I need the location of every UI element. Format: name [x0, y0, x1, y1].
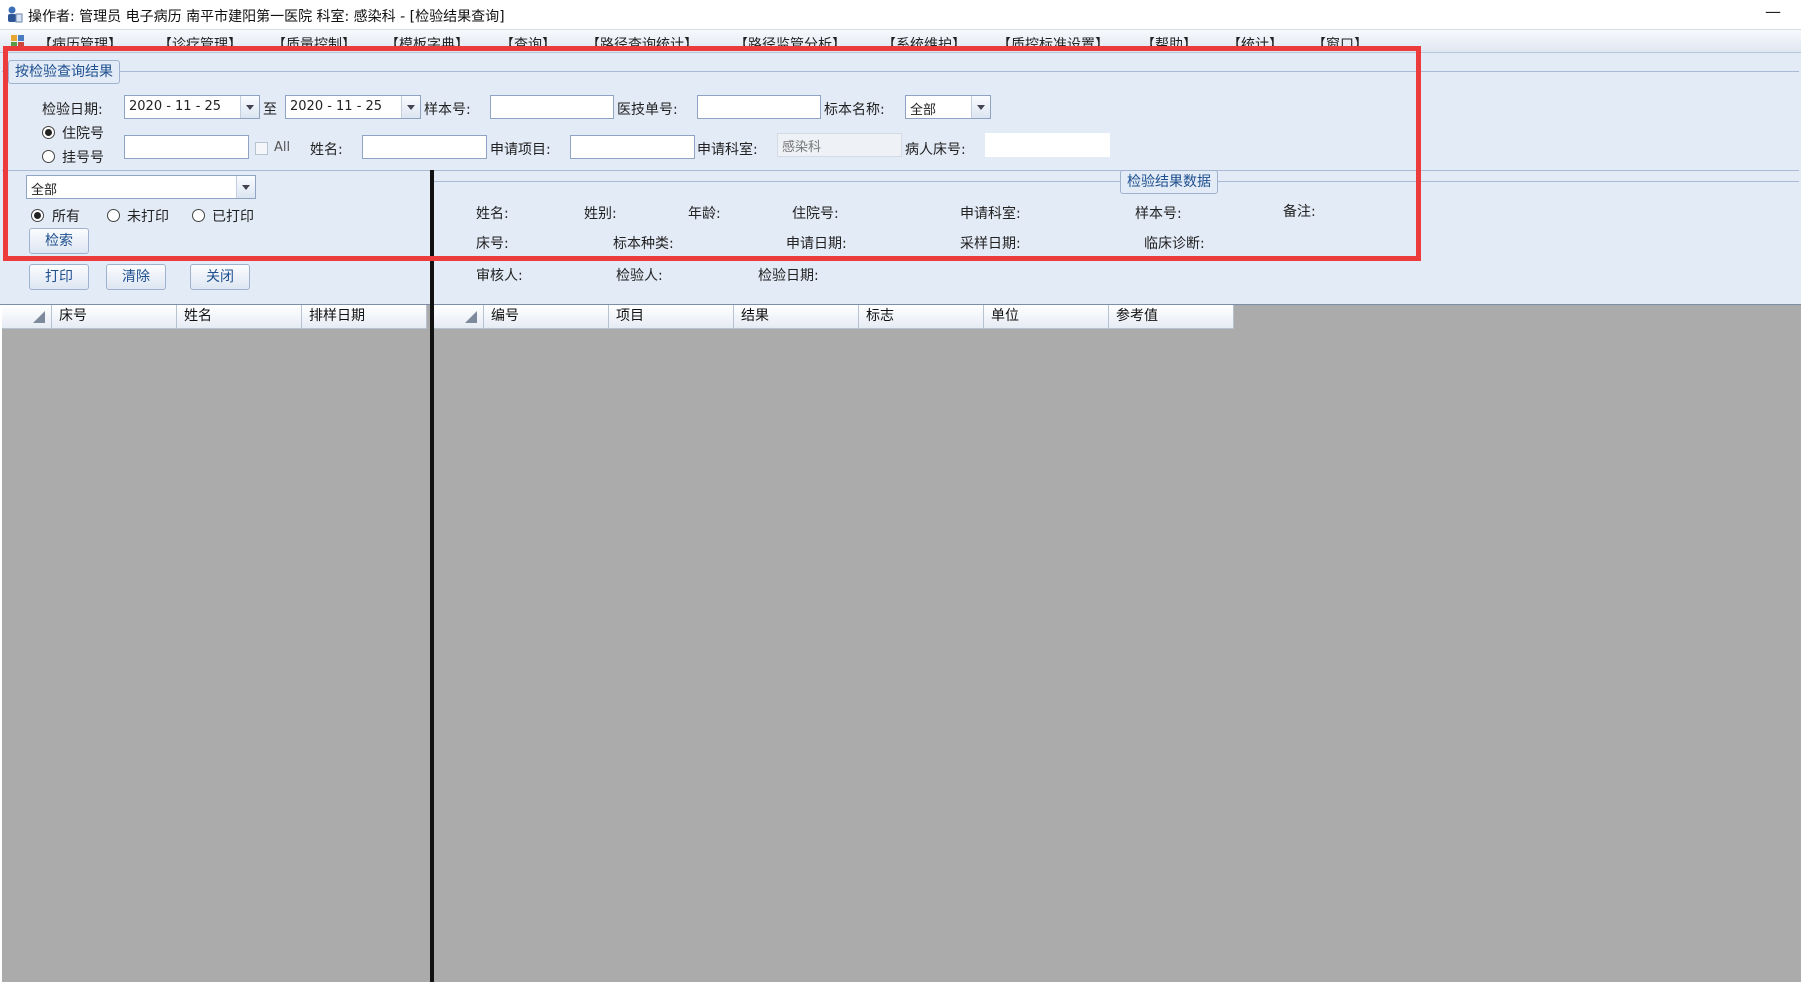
request-dept-label: 申请科室:: [697, 142, 758, 158]
lab-order-input[interactable]: [697, 95, 821, 119]
lab-order-label: 医技单号:: [617, 102, 678, 118]
print-all-label: 所有: [52, 209, 80, 225]
result-sampling-date-label: 采样日期:: [960, 236, 1021, 252]
result-name-label: 姓名:: [476, 206, 509, 222]
name-label: 姓名:: [310, 142, 343, 158]
patient-no-input[interactable]: [124, 135, 249, 159]
result-age-label: 年龄:: [688, 206, 721, 222]
menu-record-management[interactable]: 【病历管理】: [38, 34, 122, 52]
date-to-value: 2020 - 11 - 25: [290, 99, 383, 114]
to-label: 至: [263, 102, 277, 118]
window-menu-icon[interactable]: [10, 32, 26, 48]
result-grid-header: 编号 项目 结果 标志 单位 参考值: [434, 305, 1234, 329]
result-examiner-label: 检验人:: [616, 268, 663, 284]
sample-no-label: 样本号:: [424, 102, 471, 118]
close-button[interactable]: 关闭: [190, 264, 250, 290]
request-item-label: 申请项目:: [490, 142, 551, 158]
menu-qc-standard-settings[interactable]: 【质控标准设置】: [997, 34, 1109, 52]
result-sample-label: 样本号:: [1135, 206, 1182, 222]
all-checkbox[interactable]: [255, 142, 268, 155]
result-sex-label: 姓别:: [584, 206, 617, 222]
lower-separator: [2, 170, 1799, 171]
result-exam-date-label: 检验日期:: [758, 268, 819, 284]
result-group-title: 检验结果数据: [1120, 170, 1218, 194]
unprinted-label: 未打印: [127, 209, 169, 225]
print-all-radio[interactable]: [31, 209, 44, 222]
registration-radio-label: 挂号号: [62, 150, 104, 166]
exam-date-label: 检验日期:: [42, 102, 103, 118]
menu-template-dictionary[interactable]: 【模板字典】: [385, 34, 469, 52]
request-item-input[interactable]: [570, 135, 695, 159]
inpatient-radio-label: 住院号: [62, 126, 104, 142]
specimen-name-select[interactable]: 全部: [905, 95, 991, 119]
column-header-reference[interactable]: 参考值: [1109, 305, 1234, 329]
unprinted-radio[interactable]: [107, 209, 120, 222]
result-reviewer-label: 审核人:: [476, 268, 523, 284]
column-header-sort-date[interactable]: 排样日期: [302, 305, 427, 329]
category-value: 全部: [31, 183, 58, 198]
result-remark-label: 备注:: [1283, 204, 1316, 220]
sample-no-input[interactable]: [490, 95, 614, 119]
menu-treatment-management[interactable]: 【诊疗管理】: [158, 34, 242, 52]
menu-help[interactable]: 【帮助】: [1141, 34, 1197, 52]
column-header-result[interactable]: 结果: [734, 305, 859, 329]
specimen-name-label: 标本名称:: [824, 102, 885, 118]
specimen-name-value: 全部: [910, 103, 937, 118]
registration-radio[interactable]: [42, 150, 55, 163]
result-grid[interactable]: 编号 项目 结果 标志 单位 参考值: [434, 305, 1801, 982]
bed-no-label: 病人床号:: [905, 142, 966, 158]
result-inpatient-label: 住院号:: [792, 206, 839, 222]
menu-path-supervision[interactable]: 【路径监管分析】: [734, 34, 846, 52]
app-icon: [8, 6, 23, 23]
query-group-title: 按检验查询结果: [8, 60, 120, 84]
name-input[interactable]: [362, 135, 487, 159]
title-bar: 操作者: 管理员 电子病历 南平市建阳第一医院 科室: 感染科 - [检验结果查…: [0, 0, 1801, 30]
menu-system-maintenance[interactable]: 【系统维护】: [882, 34, 966, 52]
category-select[interactable]: 全部: [26, 175, 256, 199]
menu-window[interactable]: 【窗口】: [1312, 34, 1368, 52]
bed-no-input[interactable]: [985, 133, 1110, 157]
chevron-down-icon[interactable]: [971, 96, 990, 118]
printed-radio[interactable]: [192, 209, 205, 222]
column-header-bed[interactable]: 床号: [52, 305, 177, 329]
query-panel: 按检验查询结果 检验日期: 2020 - 11 - 25 至 2020 - 11…: [0, 53, 1801, 305]
select-all-corner[interactable]: [434, 305, 484, 329]
result-bed-label: 床号:: [476, 236, 509, 252]
result-group-line: [434, 181, 1799, 182]
menu-path-query-stats[interactable]: 【路径查询统计】: [586, 34, 698, 52]
chevron-down-icon[interactable]: [240, 96, 259, 118]
chevron-down-icon[interactable]: [401, 96, 420, 118]
window-title: 操作者: 管理员 电子病历 南平市建阳第一医院 科室: 感染科 - [检验结果查…: [28, 9, 505, 25]
column-header-flag[interactable]: 标志: [859, 305, 984, 329]
search-button[interactable]: 检索: [29, 228, 89, 254]
column-header-item[interactable]: 项目: [609, 305, 734, 329]
result-specimen-type-label: 标本种类:: [613, 236, 674, 252]
result-request-dept-label: 申请科室:: [960, 206, 1021, 222]
column-header-number[interactable]: 编号: [484, 305, 609, 329]
chevron-down-icon[interactable]: [236, 176, 255, 198]
result-diagnosis-label: 临床诊断:: [1144, 236, 1205, 252]
date-to-picker[interactable]: 2020 - 11 - 25: [285, 95, 421, 119]
print-button[interactable]: 打印: [29, 264, 89, 290]
menu-bar: 【病历管理】 【诊疗管理】 【质量控制】 【模板字典】 【查询】 【路径查询统计…: [0, 30, 1801, 53]
column-header-unit[interactable]: 单位: [984, 305, 1109, 329]
date-from-picker[interactable]: 2020 - 11 - 25: [124, 95, 260, 119]
inpatient-radio[interactable]: [42, 126, 55, 139]
minimize-button[interactable]: —: [1760, 2, 1786, 24]
column-header-name[interactable]: 姓名: [177, 305, 302, 329]
query-group-line: [2, 71, 1799, 72]
clear-button[interactable]: 清除: [106, 264, 166, 290]
menu-quality-control[interactable]: 【质量控制】: [272, 34, 356, 52]
patient-list-grid[interactable]: 床号 姓名 排样日期: [2, 305, 432, 982]
request-dept-input: [777, 133, 902, 157]
select-all-corner[interactable]: [2, 305, 52, 329]
menu-statistics[interactable]: 【统计】: [1227, 34, 1283, 52]
result-request-date-label: 申请日期:: [786, 236, 847, 252]
all-checkbox-label: All: [274, 140, 291, 155]
date-from-value: 2020 - 11 - 25: [129, 99, 222, 114]
patient-list-header: 床号 姓名 排样日期: [2, 305, 427, 329]
printed-label: 已打印: [212, 209, 254, 225]
menu-query[interactable]: 【查询】: [500, 34, 556, 52]
